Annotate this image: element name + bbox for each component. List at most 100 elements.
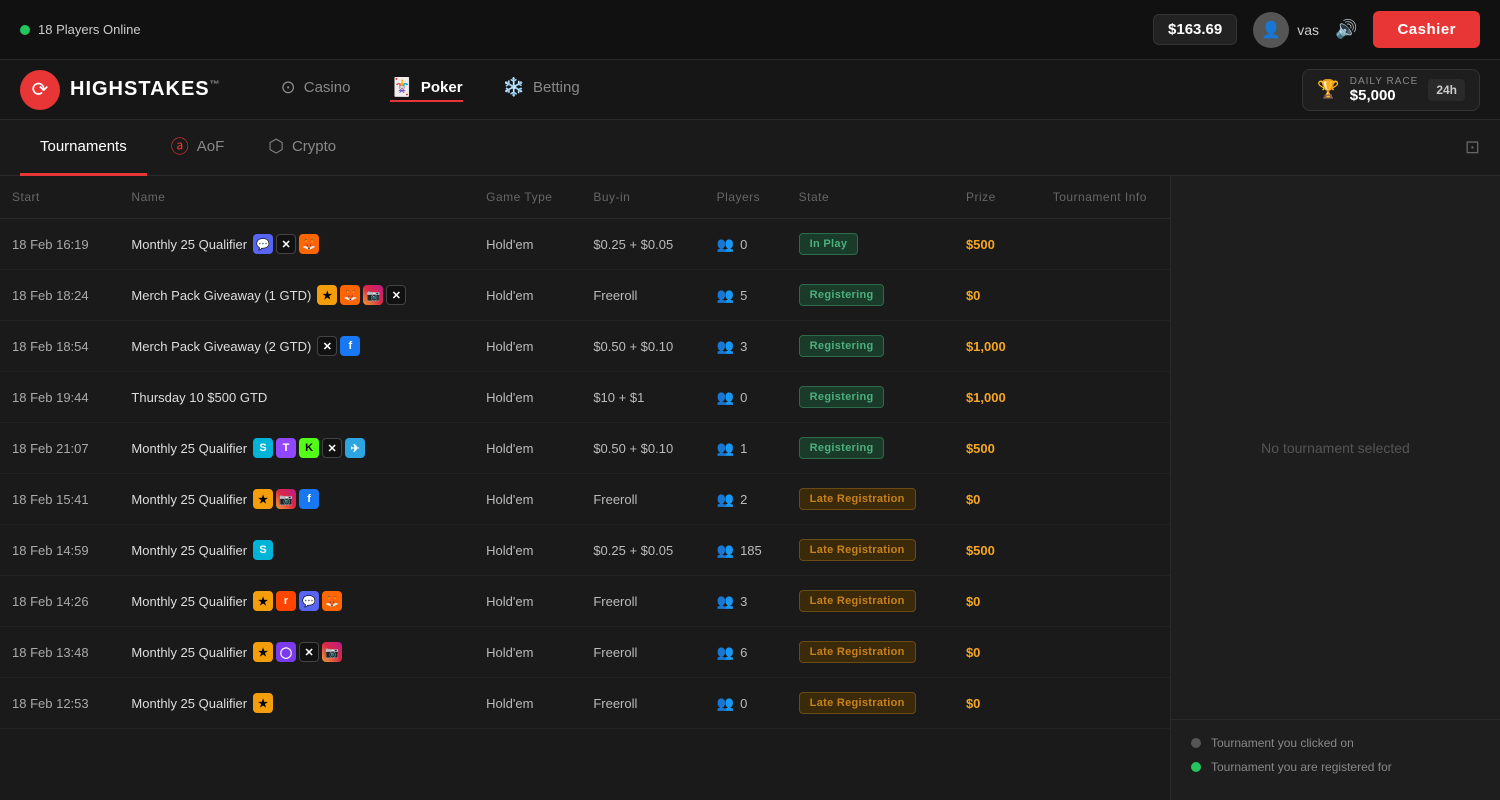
social-icons: ✕f <box>317 336 360 356</box>
table-row[interactable]: 18 Feb 18:54 Merch Pack Giveaway (2 GTD)… <box>0 321 1170 372</box>
daily-race[interactable]: 🏆 DAILY RACE $5,000 24h <box>1302 69 1480 111</box>
expand-icon[interactable]: ⊡ <box>1465 137 1480 158</box>
tournament-table: Start Name Game Type Buy-in Players Stat… <box>0 176 1170 729</box>
cell-players: 👥 1 <box>705 423 787 474</box>
betting-icon: ❄️ <box>503 77 525 98</box>
fox-social-icon: 🦊 <box>299 234 319 254</box>
cell-gametype: Hold'em <box>474 372 581 423</box>
cell-buyin: Freeroll <box>581 270 704 321</box>
table-row[interactable]: 18 Feb 14:26 Monthly 25 Qualifier ★r💬🦊 H… <box>0 576 1170 627</box>
players-count: 1 <box>740 441 747 456</box>
table-row[interactable]: 18 Feb 14:59 Monthly 25 Qualifier S Hold… <box>0 525 1170 576</box>
cell-prize: $0 <box>954 576 1030 627</box>
col-gametype: Game Type <box>474 176 581 219</box>
logo-bold: STAKES <box>124 78 210 100</box>
s-social-icon: S <box>253 540 273 560</box>
sound-icon[interactable]: 🔊 <box>1335 19 1357 40</box>
nav-poker[interactable]: 🃏 Poker <box>390 77 462 102</box>
cell-state: Late Registration <box>787 627 954 678</box>
players-icon: 👥 <box>717 644 734 661</box>
panel-empty-text: No tournament selected <box>1171 176 1500 719</box>
tab-crypto[interactable]: ⬡ Crypto <box>248 120 356 176</box>
state-badge: In Play <box>799 233 859 255</box>
cell-players: 👥 3 <box>705 576 787 627</box>
topbar: 18 Players Online $163.69 👤 vas 🔊 Cashie… <box>0 0 1500 60</box>
cell-start: 18 Feb 18:24 <box>0 270 119 321</box>
cell-start: 18 Feb 14:59 <box>0 525 119 576</box>
cell-start: 18 Feb 12:53 <box>0 678 119 729</box>
cell-state: In Play <box>787 219 954 270</box>
main-content: Start Name Game Type Buy-in Players Stat… <box>0 176 1500 800</box>
players-icon: 👥 <box>717 695 734 712</box>
cell-name: Monthly 25 Qualifier ★📷f <box>119 474 474 525</box>
table-row[interactable]: 18 Feb 19:44 Thursday 10 $500 GTD Hold'e… <box>0 372 1170 423</box>
tournament-name: Monthly 25 Qualifier <box>131 645 247 660</box>
col-start: Start <box>0 176 119 219</box>
state-badge: Registering <box>799 437 885 459</box>
balance-display: $163.69 <box>1153 14 1237 45</box>
cell-prize: $0 <box>954 270 1030 321</box>
reddit-social-icon: r <box>276 591 296 611</box>
cell-gametype: Hold'em <box>474 423 581 474</box>
cell-name: Merch Pack Giveaway (2 GTD) ✕f <box>119 321 474 372</box>
cell-buyin: Freeroll <box>581 576 704 627</box>
tournament-name: Monthly 25 Qualifier <box>131 594 247 609</box>
nav-links: ⊙ Casino 🃏 Poker ❄️ Betting <box>281 77 580 102</box>
cell-state: Late Registration <box>787 576 954 627</box>
col-state: State <box>787 176 954 219</box>
cell-buyin: $0.25 + $0.05 <box>581 525 704 576</box>
tournament-info-panel: No tournament selected Tournament you cl… <box>1170 176 1500 800</box>
kick-social-icon: K <box>299 438 319 458</box>
insta-social-icon: 📷 <box>322 642 342 662</box>
discord-social-icon: 💬 <box>253 234 273 254</box>
cell-gametype: Hold'em <box>474 576 581 627</box>
cell-start: 18 Feb 13:48 <box>0 627 119 678</box>
tournament-name: Monthly 25 Qualifier <box>131 237 247 252</box>
table-row[interactable]: 18 Feb 13:48 Monthly 25 Qualifier ★◯✕📷 H… <box>0 627 1170 678</box>
legend-item-clicked: Tournament you clicked on <box>1191 736 1480 750</box>
nav-poker-label: Poker <box>421 79 463 96</box>
daily-race-label: DAILY RACE <box>1350 76 1419 87</box>
cell-gametype: Hold'em <box>474 321 581 372</box>
cell-prize: $1,000 <box>954 372 1030 423</box>
tab-aof-label: AoF <box>197 138 225 155</box>
aof-icon: ⓐ <box>171 133 189 159</box>
tab-aof[interactable]: ⓐ AoF <box>151 120 245 176</box>
table-row[interactable]: 18 Feb 12:53 Monthly 25 Qualifier ★ Hold… <box>0 678 1170 729</box>
crypto-icon: ⬡ <box>268 136 284 157</box>
cell-players: 👥 5 <box>705 270 787 321</box>
cashier-button[interactable]: Cashier <box>1373 11 1480 48</box>
twitch-social-icon: T <box>276 438 296 458</box>
players-icon: 👥 <box>717 593 734 610</box>
table-row[interactable]: 18 Feb 16:19 Monthly 25 Qualifier 💬✕🦊 Ho… <box>0 219 1170 270</box>
cell-players: 👥 0 <box>705 219 787 270</box>
players-count: 6 <box>740 645 747 660</box>
table-row[interactable]: 18 Feb 18:24 Merch Pack Giveaway (1 GTD)… <box>0 270 1170 321</box>
social-icons: ★🦊📷✕ <box>317 285 406 305</box>
poker-icon: 🃏 <box>390 77 412 98</box>
logo-text: HIGHSTAKES™ <box>70 78 221 101</box>
tg-social-icon: ✈ <box>345 438 365 458</box>
players-count: 3 <box>740 594 747 609</box>
fox-social-icon: 🦊 <box>322 591 342 611</box>
social-icons: ★ <box>253 693 273 713</box>
state-badge: Late Registration <box>799 590 916 612</box>
cell-name: Monthly 25 Qualifier S <box>119 525 474 576</box>
tab-tournaments[interactable]: Tournaments <box>20 120 147 176</box>
cell-start: 18 Feb 15:41 <box>0 474 119 525</box>
cell-gametype: Hold'em <box>474 627 581 678</box>
nav-betting[interactable]: ❄️ Betting <box>503 77 580 102</box>
table-row[interactable]: 18 Feb 15:41 Monthly 25 Qualifier ★📷f Ho… <box>0 474 1170 525</box>
table-header-row: Start Name Game Type Buy-in Players Stat… <box>0 176 1170 219</box>
table-row[interactable]: 18 Feb 21:07 Monthly 25 Qualifier STK✕✈ … <box>0 423 1170 474</box>
cell-start: 18 Feb 14:26 <box>0 576 119 627</box>
cell-info <box>1030 627 1170 678</box>
logo-icon: ⟳ <box>20 70 60 110</box>
tabsbar: Tournaments ⓐ AoF ⬡ Crypto ⊡ <box>0 120 1500 176</box>
cell-buyin: Freeroll <box>581 627 704 678</box>
nav-casino[interactable]: ⊙ Casino <box>281 77 351 102</box>
cell-prize: $0 <box>954 474 1030 525</box>
star-social-icon: ★ <box>253 693 273 713</box>
players-icon: 👥 <box>717 287 734 304</box>
logo-tm: ™ <box>210 79 221 90</box>
